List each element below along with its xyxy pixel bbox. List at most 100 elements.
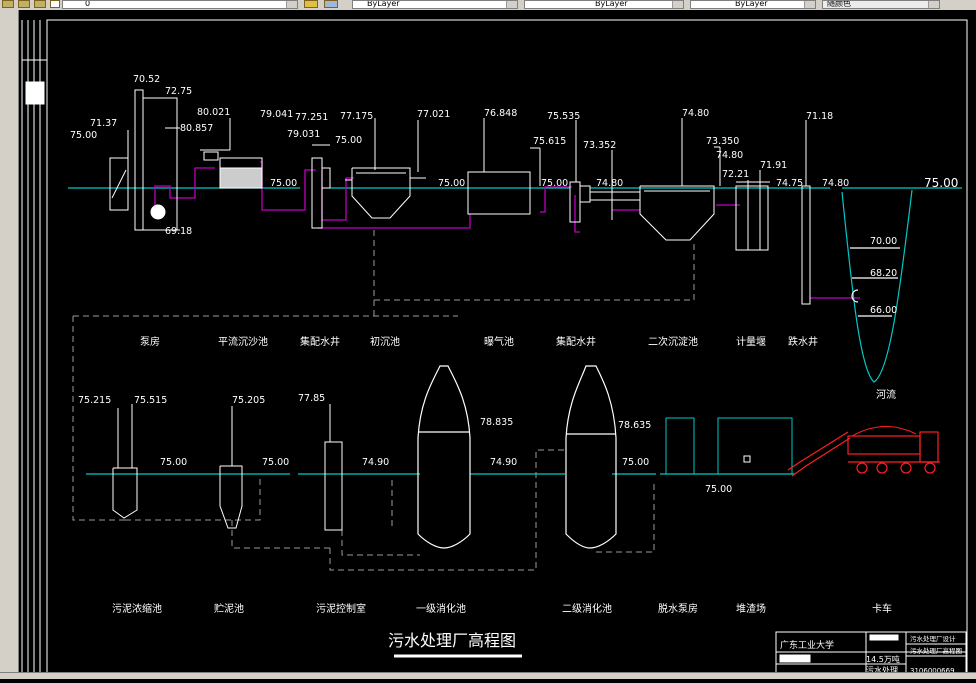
linetype-combo[interactable]: ByLayer — [524, 0, 684, 9]
elevation-label: 74.90 — [362, 457, 389, 468]
elevation-label: 71.91 — [760, 160, 787, 171]
chevron-down-icon[interactable] — [804, 1, 815, 8]
label-river: 河流 — [876, 388, 896, 401]
label-sludge-control-room: 污泥控制室 — [316, 602, 366, 615]
drawing-title: 污水处理厂高程图 — [388, 631, 516, 650]
plotstyle-combo[interactable]: 随颜色 — [822, 0, 940, 9]
elevation-label: 69.18 — [165, 226, 192, 237]
label-distribution-well-2: 集配水井 — [556, 335, 596, 348]
label-dewatering-pump-room: 脱水泵房 — [658, 602, 698, 615]
elevation-label: 71.18 — [806, 111, 833, 122]
label-secondary-digester: 二级消化池 — [562, 602, 612, 615]
sludge-thickener-structure — [112, 404, 138, 519]
elevation-label: 80.857 — [180, 123, 213, 134]
layer-combo[interactable]: 0 — [62, 0, 298, 9]
layer-combo-value: 0 — [85, 0, 91, 8]
label-sludge-storage: 贮泥池 — [214, 602, 244, 615]
layer-lock-icon[interactable] — [34, 0, 46, 8]
secondary-digester-structure — [565, 365, 617, 549]
dewatering-pump-room-structure — [665, 417, 793, 475]
elevation-label: 75.215 — [78, 395, 111, 406]
truck-icon — [787, 425, 940, 477]
elevation-label: 75.515 — [134, 395, 167, 406]
title-block-capacity: 14.5万吨 — [866, 654, 900, 664]
ground-lines — [68, 187, 962, 475]
elevation-label: 80.021 — [197, 107, 230, 118]
sludge-control-room-structure — [324, 404, 343, 531]
pump-room-structure — [109, 89, 180, 231]
primary-clarifier-structure — [345, 118, 426, 219]
chevron-down-icon[interactable] — [672, 1, 683, 8]
elevation-label: 75.205 — [232, 395, 265, 406]
elevation-label: 75.615 — [533, 136, 566, 147]
layer-previous-icon[interactable] — [324, 0, 338, 8]
chevron-down-icon[interactable] — [506, 1, 517, 8]
label-pump-room: 泵房 — [140, 335, 160, 348]
label-primary-clarifier: 初沉池 — [370, 335, 400, 348]
elevation-label: 77.251 — [295, 112, 328, 123]
color-combo-value: ByLayer — [367, 0, 400, 8]
lineweight-combo[interactable]: ByLayer — [690, 0, 816, 9]
left-dock-strip — [0, 10, 19, 679]
chevron-down-icon[interactable] — [286, 1, 297, 8]
elevation-label: 76.848 — [484, 108, 517, 119]
title-block-design-sub: 污水处理厂高程图 — [910, 646, 962, 655]
unit-labels: 泵房 平流沉沙池 集配水井 初沉池 曝气池 集配水井 二次沉淀池 计量堰 跌水井… — [112, 335, 896, 615]
elevation-label: 77.85 — [298, 393, 325, 404]
elevation-label: 73.352 — [583, 140, 616, 151]
elevation-labels: 75.00 71.37 70.52 72.75 69.18 80.021 80.… — [70, 74, 958, 495]
elevation-label: 72.75 — [165, 86, 192, 97]
elevation-label: 74.90 — [490, 457, 517, 468]
sludge-storage-structure — [219, 406, 243, 529]
elevation-label: 75.00 — [70, 130, 97, 141]
elevation-label: 75.00 — [541, 178, 568, 189]
label-distribution-well-1: 集配水井 — [300, 335, 340, 348]
status-bar — [0, 672, 976, 679]
elevation-label: 75.535 — [547, 111, 580, 122]
label-primary-digester: 一级消化池 — [416, 602, 466, 615]
label-cake-yard: 堆渣场 — [736, 602, 766, 615]
elevation-label: 66.00 — [870, 305, 897, 316]
elevation-label: 75.00 — [622, 457, 649, 468]
elevation-label: 75.00 — [335, 135, 362, 146]
elevation-label: 75.00 — [705, 484, 732, 495]
elevation-label: 78.835 — [480, 417, 513, 428]
title-block-school: 广东工业大学 — [780, 639, 834, 651]
elevation-label: 77.175 — [340, 111, 373, 122]
elevation-label: 73.350 — [706, 136, 739, 147]
chevron-down-icon[interactable] — [928, 1, 939, 8]
label-outfall-well: 跌水井 — [788, 335, 818, 348]
elevation-label: 71.37 — [90, 118, 117, 129]
label-secondary-clarifier: 二次沉淀池 — [648, 335, 698, 348]
linetype-combo-value: ByLayer — [595, 0, 628, 8]
elevation-drawing: 75.00 71.37 70.52 72.75 69.18 80.021 80.… — [21, 19, 968, 677]
elevation-label: 75.00 — [270, 178, 297, 189]
layer-lightbulb-icon[interactable] — [2, 0, 14, 8]
drawing-canvas[interactable]: 75.00 71.37 70.52 72.75 69.18 80.021 80.… — [19, 10, 976, 679]
elevation-label: 75.00 — [438, 178, 465, 189]
elevation-label: 75.00 — [160, 457, 187, 468]
elevation-label: 74.75 — [776, 178, 803, 189]
lineweight-combo-value: ByLayer — [735, 0, 768, 8]
layer-color-icon[interactable] — [50, 0, 60, 8]
river-channel — [841, 189, 913, 383]
layer-sun-icon[interactable] — [18, 0, 30, 8]
color-combo[interactable]: ByLayer — [352, 0, 518, 9]
elevation-label: 75.00 — [262, 457, 289, 468]
elevation-label: 70.00 — [870, 236, 897, 247]
elevation-label: 79.041 — [260, 109, 293, 120]
outfall-well-structure — [801, 120, 811, 305]
elevation-label: 77.021 — [417, 109, 450, 120]
elevation-label: 74.80 — [822, 178, 849, 189]
make-current-icon[interactable] — [304, 0, 318, 8]
label-grit-chamber: 平流沉沙池 — [218, 335, 268, 348]
elevation-label: 70.52 — [133, 74, 160, 85]
plotstyle-combo-value: 随颜色 — [827, 0, 851, 8]
primary-digester-structure — [417, 365, 471, 549]
title-block-design-title: 污水处理厂设计 — [910, 634, 956, 643]
elevation-label: 74.80 — [716, 150, 743, 161]
distribution-well-1-structure — [311, 144, 331, 229]
elevation-label: 74.80 — [682, 108, 709, 119]
elevation-label: 79.031 — [287, 129, 320, 140]
elevation-label: 78.635 — [618, 420, 651, 431]
